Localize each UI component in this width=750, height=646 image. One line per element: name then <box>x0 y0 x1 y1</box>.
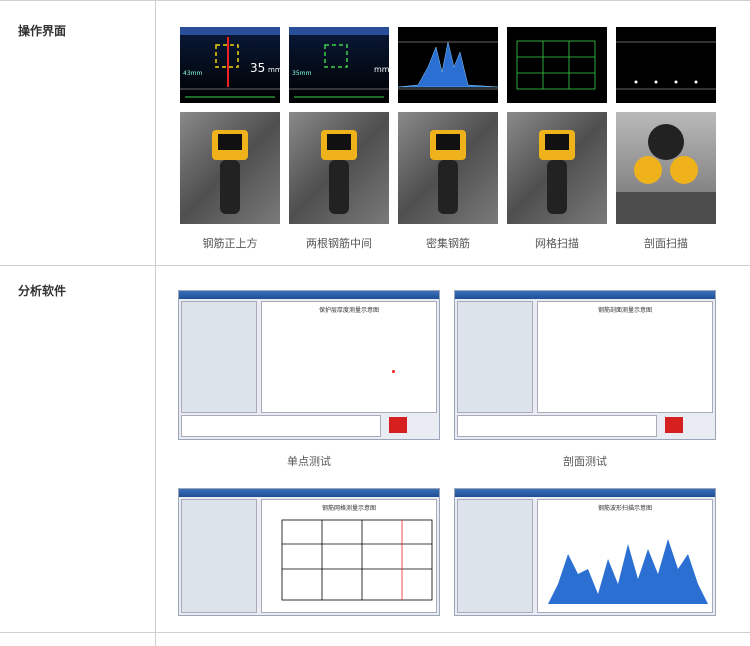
caption-op-4: 网格扫描 <box>535 237 579 250</box>
device-screen-1: 35 mm 43mm <box>180 27 280 103</box>
chart-panel: 保护层厚度测量示意图 <box>261 301 437 413</box>
device-photo-3 <box>398 112 498 224</box>
screen1-value: 35 <box>250 61 265 75</box>
device-screen-5 <box>616 27 716 103</box>
device-screen-4-graphic <box>516 40 596 90</box>
software-window-single: 保护层厚度测量示意图 <box>178 290 440 440</box>
caption-op-3: 密集钢筋 <box>426 237 470 250</box>
chart-title: 钢筋波形扫描示意图 <box>597 505 652 512</box>
device-screen-2-graphic: mm 35mm <box>289 27 389 98</box>
window-titlebar <box>455 489 715 497</box>
software-window-wave: 钢筋波形扫描示意图 <box>454 488 716 616</box>
screen1-unit: mm <box>268 66 280 74</box>
chart-title: 钢筋剖面测量示意图 <box>597 307 652 314</box>
side-panel <box>457 499 533 613</box>
window-titlebar <box>179 291 439 299</box>
window-titlebar <box>179 489 439 497</box>
exit-icon[interactable] <box>389 417 407 433</box>
software-window-profile: 钢筋剖面测量示意图 <box>454 290 716 440</box>
row-divider <box>0 265 750 266</box>
scanner-device-icon <box>212 130 248 214</box>
chart-panel: 钢筋剖面测量示意图 <box>537 301 713 413</box>
exit-icon[interactable] <box>665 417 683 433</box>
log-panel <box>457 415 657 437</box>
caption-analysis-2: 剖面测试 <box>563 455 607 468</box>
section-label-analysis: 分析软件 <box>18 284 67 298</box>
wheeled-scanner-icon <box>616 124 716 224</box>
scanner-device-icon <box>430 130 466 214</box>
caption-op-1: 钢筋正上方 <box>202 237 258 250</box>
device-photo-4 <box>507 112 607 224</box>
device-screen-3 <box>398 27 498 103</box>
column-divider <box>155 0 156 646</box>
chart-title: 钢筋网格测量示意图 <box>321 505 376 512</box>
caption-analysis-1: 单点测试 <box>287 455 331 468</box>
side-panel <box>181 301 257 413</box>
chart-title: 保护层厚度测量示意图 <box>318 307 379 314</box>
screen1-depth: 43mm <box>183 70 202 77</box>
screen2-depth: 35mm <box>292 70 311 77</box>
caption-op-5: 剖面扫描 <box>644 237 688 250</box>
screen2-unit: mm <box>374 65 389 74</box>
device-screen-1-graphic: 35 mm 43mm <box>180 27 280 98</box>
device-photo-1 <box>180 112 280 224</box>
top-border <box>0 0 750 1</box>
section-label-operation: 操作界面 <box>18 24 67 38</box>
scanner-device-icon <box>321 130 357 214</box>
log-panel <box>181 415 381 437</box>
scanner-device-icon <box>539 130 575 214</box>
data-point <box>392 370 395 373</box>
side-panel <box>181 499 257 613</box>
bottom-border <box>0 632 750 633</box>
device-photo-2 <box>289 112 389 224</box>
chart-panel: 钢筋网格测量示意图 <box>261 499 437 613</box>
caption-op-2: 两根钢筋中间 <box>306 237 372 250</box>
chart-panel: 钢筋波形扫描示意图 <box>537 499 713 613</box>
device-screen-3-graphic <box>398 41 498 90</box>
device-screen-5-graphic <box>616 41 716 90</box>
device-screen-2: mm 35mm <box>289 27 389 103</box>
device-screen-4 <box>507 27 607 103</box>
side-panel <box>457 301 533 413</box>
window-titlebar <box>455 291 715 299</box>
wave-chart <box>548 539 708 604</box>
device-photo-5 <box>616 112 716 224</box>
software-window-grid: 钢筋网格测量示意图 <box>178 488 440 616</box>
grid-chart <box>281 519 433 601</box>
